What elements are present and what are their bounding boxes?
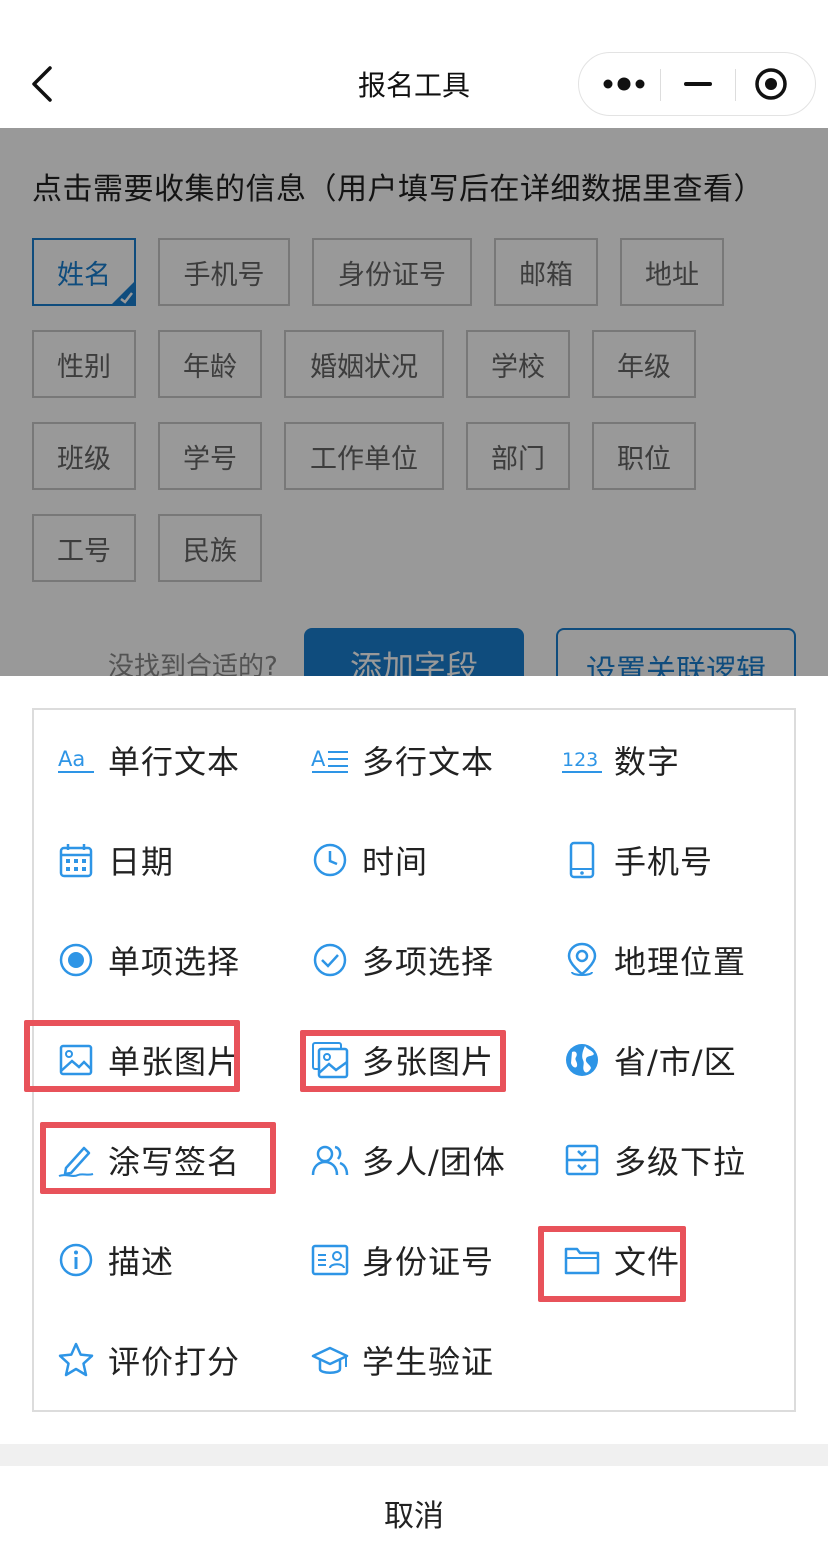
- field-type-cascade[interactable]: 多级下拉: [562, 1130, 746, 1190]
- field-type-description[interactable]: 描述: [56, 1230, 174, 1290]
- field-type-label: 多人/团体: [362, 1143, 506, 1181]
- svg-text:123: 123: [562, 749, 598, 771]
- radio-icon: [56, 940, 96, 980]
- field-type-checkbox[interactable]: 多项选择: [310, 930, 494, 990]
- field-type-label: 省/市/区: [614, 1043, 737, 1081]
- field-type-student-verify[interactable]: 学生验证: [310, 1330, 494, 1390]
- minimize-icon: [684, 82, 712, 86]
- folder-icon: [562, 1240, 602, 1280]
- field-type-grid: Aa 单行文本 A 多行文本 123 数字 日期 时间 手机号 单项选择 多项选…: [32, 708, 796, 1412]
- mini-program-capsule: [578, 52, 816, 116]
- field-type-label: 文件: [614, 1243, 681, 1281]
- field-type-id-card[interactable]: 身份证号: [310, 1230, 494, 1290]
- cancel-button[interactable]: 取消: [0, 1466, 828, 1560]
- field-type-label: 数字: [614, 743, 681, 781]
- close-button[interactable]: [736, 53, 816, 115]
- phone-icon: [562, 840, 602, 880]
- field-type-radio[interactable]: 单项选择: [56, 930, 240, 990]
- field-type-label: 时间: [362, 843, 429, 881]
- minimize-button[interactable]: [661, 53, 735, 115]
- number-icon: 123: [562, 740, 602, 780]
- id-card-icon: [310, 1240, 350, 1280]
- field-type-label: 描述: [108, 1243, 175, 1281]
- field-type-text-multi[interactable]: A 多行文本: [310, 730, 494, 790]
- field-type-label: 评价打分: [108, 1343, 241, 1381]
- field-type-label: 多级下拉: [614, 1143, 747, 1181]
- field-type-phone[interactable]: 手机号: [562, 830, 713, 890]
- field-type-label: 多张图片: [362, 1043, 495, 1081]
- field-type-rating[interactable]: 评价打分: [56, 1330, 240, 1390]
- text-single-icon: Aa: [56, 740, 96, 780]
- svg-text:Aa: Aa: [58, 747, 85, 771]
- field-type-text-single[interactable]: Aa 单行文本: [56, 730, 240, 790]
- check-circle-icon: [310, 940, 350, 980]
- info-icon: [56, 1240, 96, 1280]
- graduation-cap-icon: [310, 1340, 350, 1380]
- field-type-label: 单项选择: [108, 943, 241, 981]
- field-type-label: 日期: [108, 843, 175, 881]
- field-type-location[interactable]: 地理位置: [562, 930, 746, 990]
- cascade-dropdown-icon: [562, 1140, 602, 1180]
- more-dots-icon: [603, 77, 645, 91]
- field-type-sheet: Aa 单行文本 A 多行文本 123 数字 日期 时间 手机号 单项选择 多项选…: [0, 676, 828, 1560]
- text-multi-icon: A: [310, 740, 350, 780]
- image-icon: [56, 1040, 96, 1080]
- field-type-label: 单张图片: [108, 1043, 241, 1081]
- field-type-region[interactable]: 省/市/区: [562, 1030, 737, 1090]
- calendar-icon: [56, 840, 96, 880]
- field-type-multi-image[interactable]: 多张图片: [310, 1030, 494, 1090]
- field-type-label: 手机号: [614, 843, 714, 881]
- title-bar: 报名工具: [0, 0, 828, 128]
- signature-pen-icon: [56, 1140, 96, 1180]
- field-type-label: 单行文本: [108, 743, 241, 781]
- field-type-single-image[interactable]: 单张图片: [56, 1030, 240, 1090]
- field-type-file[interactable]: 文件: [562, 1230, 680, 1290]
- field-type-date[interactable]: 日期: [56, 830, 174, 890]
- field-type-time[interactable]: 时间: [310, 830, 428, 890]
- sheet-divider: [0, 1444, 828, 1466]
- close-target-icon: [755, 68, 787, 100]
- location-pin-icon: [562, 940, 602, 980]
- field-type-label: 多行文本: [362, 743, 495, 781]
- field-type-label: 地理位置: [614, 943, 747, 981]
- field-type-label: 学生验证: [362, 1343, 495, 1381]
- star-icon: [56, 1340, 96, 1380]
- group-icon: [310, 1140, 350, 1180]
- modal-overlay[interactable]: [0, 128, 828, 676]
- svg-text:A: A: [311, 747, 326, 771]
- field-type-signature[interactable]: 涂写签名: [56, 1130, 240, 1190]
- clock-icon: [310, 840, 350, 880]
- field-type-label: 多项选择: [362, 943, 495, 981]
- field-type-group[interactable]: 多人/团体: [310, 1130, 506, 1190]
- images-icon: [310, 1040, 350, 1080]
- globe-icon: [562, 1040, 602, 1080]
- more-button[interactable]: [579, 53, 661, 115]
- field-type-number[interactable]: 123 数字: [562, 730, 680, 790]
- field-type-label: 身份证号: [362, 1243, 495, 1281]
- field-type-label: 涂写签名: [108, 1143, 241, 1181]
